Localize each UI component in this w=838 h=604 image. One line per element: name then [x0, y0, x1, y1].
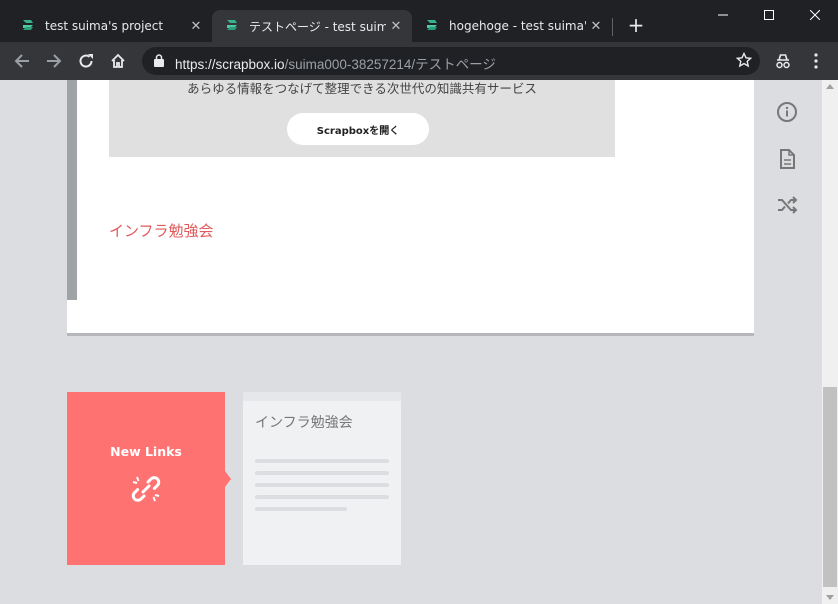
tab-test-page[interactable]: テストページ - test suima's p ✕	[212, 10, 412, 42]
scroll-up-arrow-icon[interactable]	[826, 84, 834, 89]
new-links-card[interactable]: New Links	[67, 392, 225, 565]
home-button[interactable]	[104, 47, 132, 75]
scrapbox-favicon-icon	[427, 20, 437, 30]
related-page-title: インフラ勉強会	[255, 415, 353, 431]
related-page-card[interactable]: インフラ勉強会	[243, 392, 401, 565]
address-bar[interactable]: https://scrapbox.io/suima000-38257214/テス…	[142, 47, 760, 75]
maximize-icon	[764, 10, 774, 20]
tab-close-icon[interactable]: ✕	[586, 19, 606, 34]
close-window-button[interactable]	[792, 0, 838, 30]
page-viewport: あらゆる情報をつなげて整理できる次世代の知識共有サービス Scrapboxを開く…	[0, 80, 822, 604]
scroll-thumb[interactable]	[823, 387, 837, 587]
placeholder-line	[255, 483, 389, 487]
minimize-icon	[718, 14, 728, 16]
embed-card[interactable]: あらゆる情報をつなげて整理できる次世代の知識共有サービス Scrapboxを開く	[109, 80, 615, 157]
forward-button[interactable]	[40, 47, 68, 75]
maximize-button[interactable]	[746, 0, 792, 30]
incognito-extension-icon[interactable]	[774, 52, 792, 70]
embed-description: あらゆる情報をつなげて整理できる次世代の知識共有サービス	[187, 81, 537, 96]
back-button[interactable]	[8, 47, 36, 75]
scroll-down-arrow-icon[interactable]	[826, 595, 834, 600]
page-scrollbar[interactable]	[822, 80, 838, 604]
scrapbox-favicon-icon	[23, 20, 33, 30]
lock-icon	[154, 54, 164, 67]
tab-project[interactable]: test suima's project ✕	[8, 10, 212, 42]
tab-title: hogehoge - test suima's p	[449, 19, 586, 33]
document-icon[interactable]	[776, 148, 798, 170]
new-links-label: New Links	[110, 444, 182, 459]
tab-hogehoge[interactable]: hogehoge - test suima's p ✕	[412, 10, 612, 42]
home-icon	[111, 53, 125, 68]
tab-title: test suima's project	[45, 19, 164, 33]
open-scrapbox-button[interactable]: Scrapboxを開く	[287, 113, 429, 145]
url-path: /suima000-38257214/テストページ	[284, 57, 496, 72]
page-link-infra[interactable]: インフラ勉強会	[109, 220, 214, 241]
shuffle-icon[interactable]	[776, 194, 798, 216]
close-icon	[810, 10, 820, 20]
page-content: あらゆる情報をつなげて整理できる次世代の知識共有サービス Scrapboxを開く…	[67, 80, 754, 336]
tab-separator	[612, 18, 613, 36]
back-arrow-icon	[14, 54, 29, 68]
tab-strip: test suima's project ✕ テストページ - test sui…	[0, 0, 838, 42]
tab-title: テストページ - test suima's p	[249, 19, 386, 34]
placeholder-line	[255, 507, 347, 511]
placeholder-line	[255, 471, 389, 475]
broken-link-icon	[131, 476, 161, 502]
forward-arrow-icon	[47, 54, 62, 68]
tab-close-icon[interactable]: ✕	[186, 19, 206, 34]
placeholder-line	[255, 459, 389, 463]
quote-bar	[67, 80, 77, 300]
scrapbox-favicon-icon	[227, 20, 237, 30]
browser-toolbar: https://scrapbox.io/suima000-38257214/テス…	[0, 42, 838, 80]
info-icon[interactable]	[776, 101, 798, 123]
reload-icon	[79, 54, 93, 68]
new-tab-button[interactable]: +	[624, 14, 648, 38]
menu-kebab-icon[interactable]	[808, 52, 824, 70]
minimize-button[interactable]	[700, 0, 746, 30]
placeholder-line	[255, 495, 389, 499]
bookmark-star-icon[interactable]	[736, 52, 752, 68]
new-links-pointer	[225, 471, 231, 487]
reload-button[interactable]	[72, 47, 100, 75]
url-host: https://scrapbox.io	[175, 57, 285, 72]
url-text: https://scrapbox.io/suima000-38257214/テス…	[175, 53, 496, 73]
tab-close-icon[interactable]: ✕	[386, 19, 406, 34]
